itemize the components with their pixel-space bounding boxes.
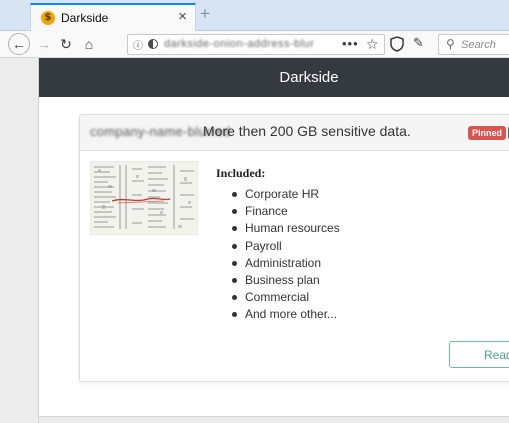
extension-wand-icon[interactable]: ✎ [413,35,424,51]
list-item: Human resources [232,220,340,237]
search-icon: ⚲ [446,37,455,51]
document-preview-image [90,161,198,235]
site-info-icon[interactable]: ⓘ [133,37,143,52]
new-tab-icon[interactable]: + [200,5,210,23]
url-bar[interactable]: ⓘ darkside-onion-address-blurred ••• ☆ [127,34,385,55]
search-placeholder: Search [461,39,496,51]
list-item: And more other... [232,306,340,323]
reload-icon[interactable]: ↻ [58,35,74,54]
tab-strip: $ Darkside × + [0,0,509,31]
bookmark-star-icon[interactable]: ☆ [366,36,379,53]
close-tab-icon[interactable]: × [178,9,187,25]
leak-post-card: company-name-blurred More then 200 GB se… [79,114,509,382]
list-item: Administration [232,255,340,272]
page-actions-icon[interactable]: ••• [342,36,359,51]
included-label: Included: [216,166,266,180]
search-input[interactable]: ⚲ Search [438,34,509,55]
main-content: company-name-blurred More then 200 GB se… [39,97,509,417]
read-button[interactable]: Read [449,341,509,368]
list-item: Business plan [232,272,340,289]
dollar-favicon-icon: $ [41,11,55,25]
read-button-label: Read [484,348,509,362]
list-item: Corporate HR [232,186,340,203]
tab-title: Darkside [61,11,109,25]
site-title: Darkside [279,69,339,86]
navigation-toolbar: ← → ↻ ⌂ ⓘ darkside-onion-address-blurred… [0,31,509,58]
list-item: Commercial [232,289,340,306]
list-item: Payroll [232,238,340,255]
page-viewport: Darkside company-name-blurred More then … [0,58,509,423]
pinned-badge: Pinned [468,126,507,140]
back-arrow-icon[interactable]: ← [8,33,30,55]
connection-icon[interactable] [148,39,158,49]
card-header: company-name-blurred More then 200 GB se… [80,115,509,151]
included-list: Corporate HR Finance Human resources Pay… [232,186,340,324]
post-title: More then 200 GB sensitive data. [203,123,411,139]
list-item: Finance [232,203,340,220]
url-text[interactable]: darkside-onion-address-blurred [164,38,314,51]
home-icon[interactable]: ⌂ [80,35,98,54]
tab-darkside[interactable]: $ Darkside × [30,3,196,31]
tracking-protection-shield-icon[interactable] [390,36,404,52]
site-header: Darkside [39,58,509,97]
forward-arrow-icon[interactable]: → [36,35,52,54]
